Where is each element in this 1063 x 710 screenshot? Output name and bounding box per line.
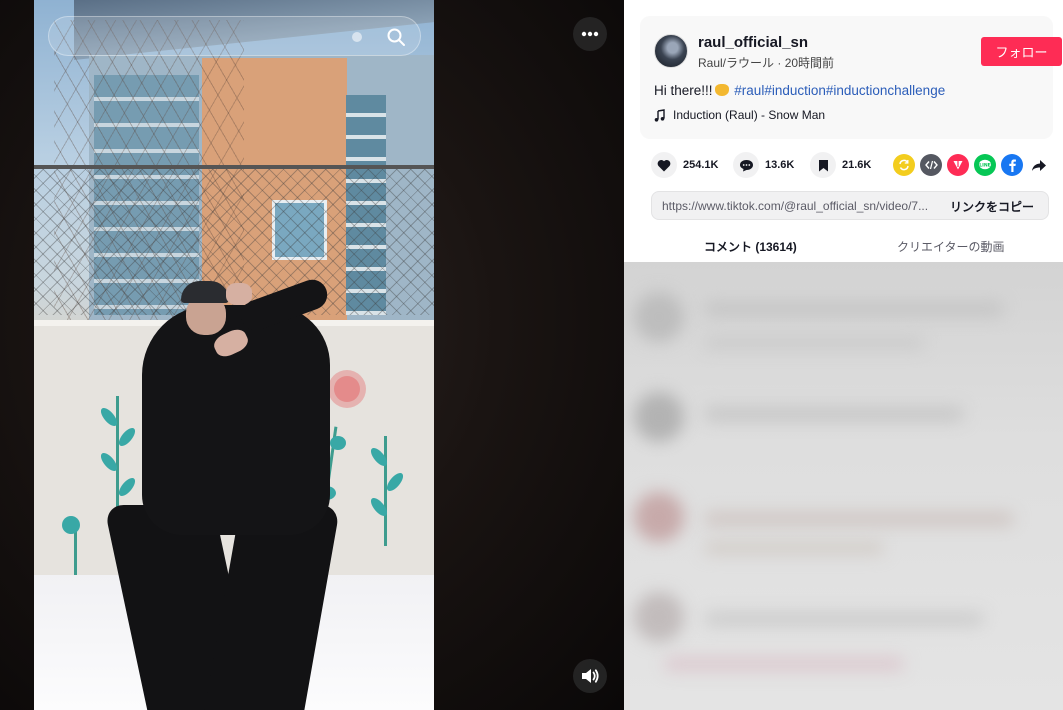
- comment-button[interactable]: [733, 152, 759, 178]
- embed-icon[interactable]: [920, 154, 942, 176]
- comment-stat[interactable]: 13.6K: [733, 152, 794, 178]
- posted-time: 20時間前: [784, 56, 835, 70]
- share-arrow-icon[interactable]: [1028, 154, 1050, 176]
- like-button[interactable]: [651, 152, 677, 178]
- caption: Hi there!!! #raul#induction#inductioncha…: [654, 83, 945, 98]
- follow-button[interactable]: フォロー: [981, 37, 1062, 66]
- music-line[interactable]: Induction (Raul) - Snow Man: [654, 108, 825, 122]
- music-note-icon: [654, 108, 665, 122]
- save-button[interactable]: [810, 152, 836, 178]
- bookmark-icon: [818, 159, 828, 171]
- comment-bubble-icon: [739, 159, 753, 171]
- tab-creator-videos[interactable]: クリエイターの動画: [897, 238, 1005, 255]
- separator: ·: [774, 56, 785, 70]
- comments-list-blurred: [624, 262, 1063, 710]
- emoji-icon: [714, 84, 729, 96]
- save-count: 21.6K: [842, 159, 872, 171]
- like-count: 254.1K: [683, 159, 719, 171]
- caption-text: Hi there!!!: [654, 83, 713, 98]
- volume-button[interactable]: [573, 659, 607, 693]
- display-name: Raul/ラウール: [698, 56, 775, 70]
- post-info-card: raul_official_sn Raul/ラウール · 20時間前 フォロー …: [640, 16, 1062, 139]
- video-player[interactable]: [34, 0, 434, 710]
- search-bar[interactable]: [48, 16, 421, 56]
- tab-comments[interactable]: コメント (13614): [704, 238, 797, 255]
- hashtags[interactable]: #raul#induction#inductionchallenge: [734, 83, 945, 98]
- comment-count: 13.6K: [765, 159, 795, 171]
- copy-link-button[interactable]: リンクをコピー: [950, 198, 1034, 215]
- dancer-cap: [181, 281, 229, 303]
- line-icon[interactable]: LINE: [974, 154, 996, 176]
- tab-bar: コメント (13614) クリエイターの動画: [624, 230, 1063, 262]
- like-stat[interactable]: 254.1K: [651, 152, 718, 178]
- video-stage[interactable]: [0, 0, 624, 710]
- ellipsis-icon: [581, 31, 599, 37]
- video-url[interactable]: https://www.tiktok.com/@raul_official_sn…: [662, 199, 928, 213]
- repost-icon[interactable]: [893, 154, 915, 176]
- search-divider-dot: [352, 32, 362, 42]
- copy-link-box: https://www.tiktok.com/@raul_official_sn…: [651, 191, 1049, 220]
- svg-text:LINE: LINE: [979, 163, 991, 169]
- username[interactable]: raul_official_sn: [698, 34, 808, 51]
- heart-icon: [657, 159, 671, 171]
- save-stat[interactable]: 21.6K: [810, 152, 871, 178]
- search-icon[interactable]: [386, 27, 406, 47]
- speaker-icon: [582, 669, 599, 683]
- avatar[interactable]: [654, 34, 688, 68]
- more-options-button[interactable]: [573, 17, 607, 51]
- side-panel: raul_official_sn Raul/ラウール · 20時間前 フォロー …: [624, 0, 1063, 710]
- facebook-icon[interactable]: [1001, 154, 1023, 176]
- author-subline: Raul/ラウール · 20時間前: [698, 54, 834, 71]
- dancer-hand: [226, 283, 252, 305]
- send-icon[interactable]: [947, 154, 969, 176]
- music-title: Induction (Raul) - Snow Man: [673, 108, 826, 122]
- actions-row: 254.1K 13.6K 21.6K LINE: [640, 148, 1053, 182]
